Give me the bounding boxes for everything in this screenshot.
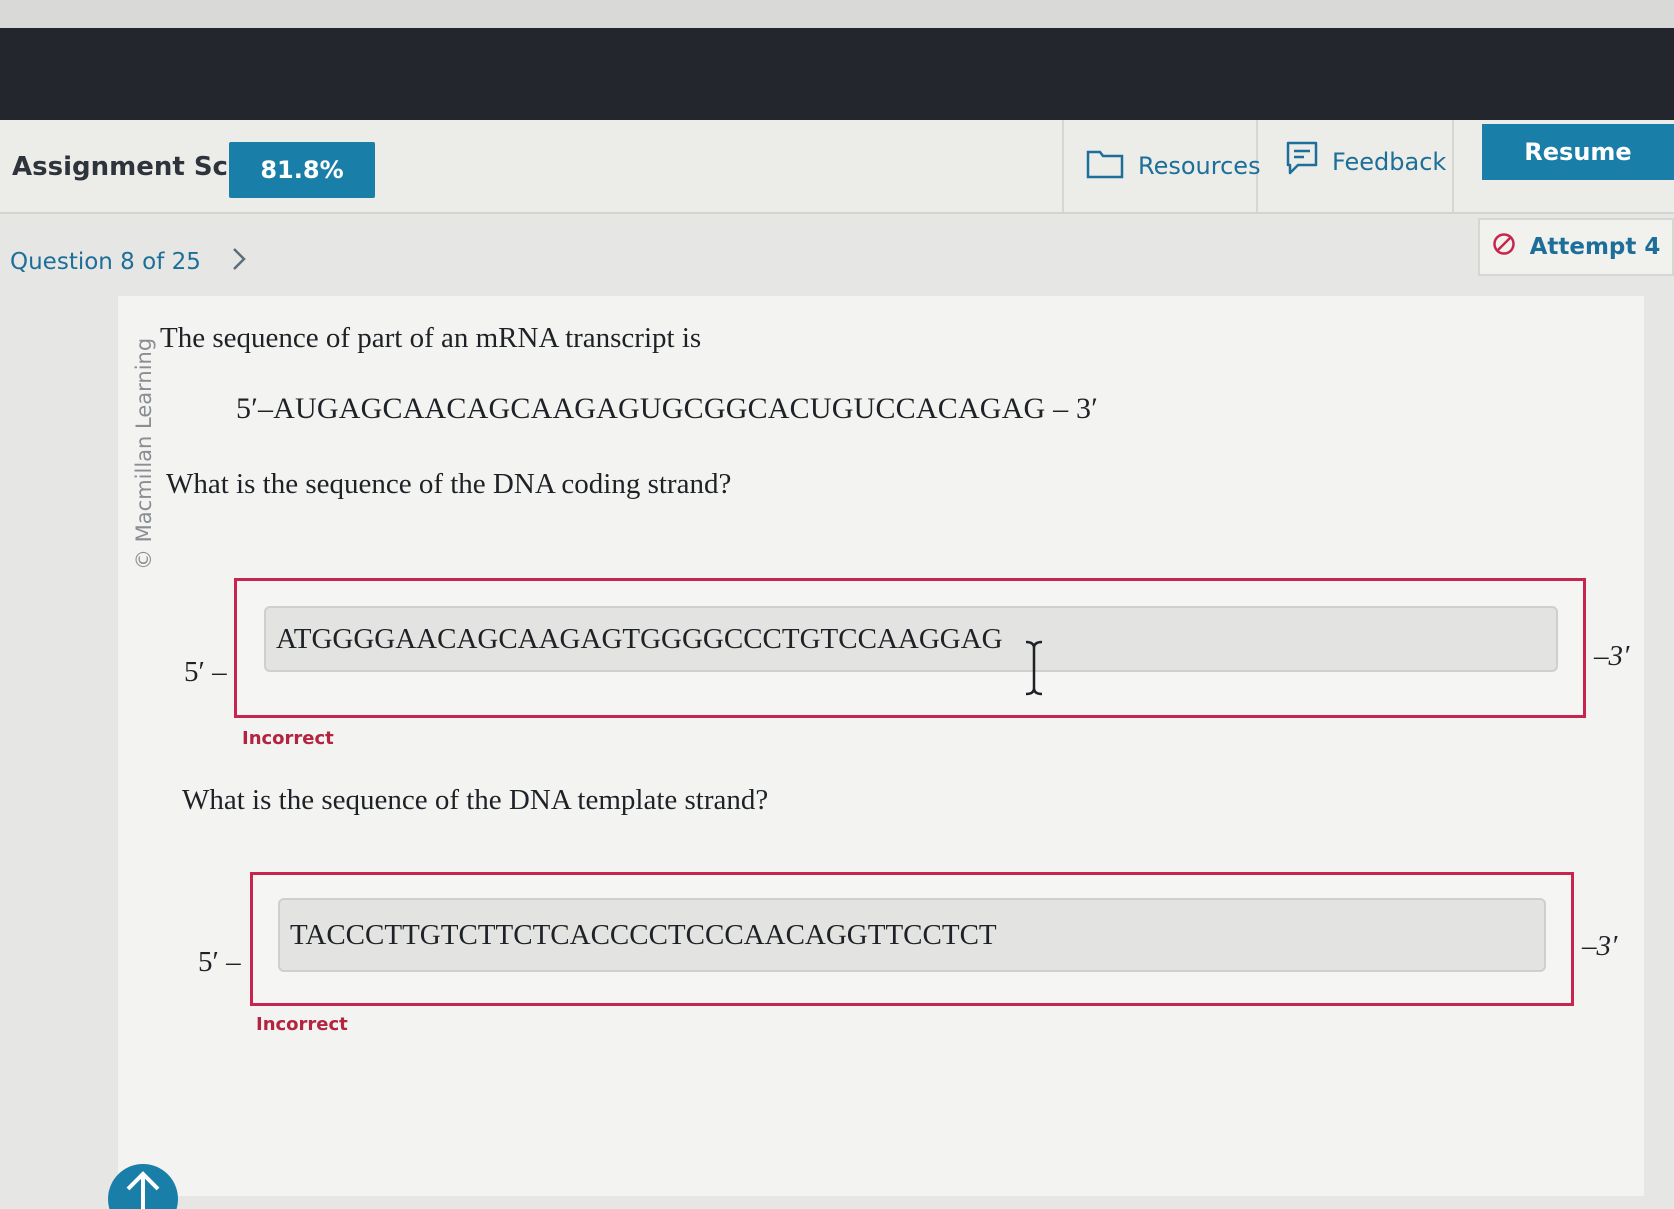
feedback-icon (1286, 141, 1318, 183)
folder-icon (1086, 147, 1124, 185)
attempt-label: Attempt 4 (1529, 234, 1661, 260)
feedback-button[interactable]: Feedback (1286, 140, 1446, 184)
scroll-to-top-button[interactable] (108, 1164, 178, 1209)
question-counter: Question 8 of 25 (10, 249, 201, 275)
template-strand-input[interactable]: TACCCTTGTCTTCTCACCCCTCCCAACAGGTTCCTCT (278, 898, 1546, 972)
copyright-notice: © Macmillan Learning (128, 337, 158, 580)
coding-prefix: 5′ – (184, 656, 227, 688)
chevron-right-icon[interactable] (231, 246, 247, 278)
header-divider (1062, 120, 1064, 212)
coding-suffix: –3′ (1594, 640, 1630, 672)
mrna-sequence: 5′–AUGAGCAACAGCAAGAGUGCGGCACUGUCCACAGAG … (236, 392, 1098, 425)
no-entry-icon (1492, 232, 1516, 262)
resources-button[interactable]: Resources (1086, 144, 1261, 188)
coding-status: Incorrect (242, 728, 334, 749)
resume-button[interactable]: Resume (1482, 124, 1674, 180)
coding-strand-prompt: What is the sequence of the DNA coding s… (166, 468, 732, 500)
attempt-indicator: Attempt 4 (1478, 218, 1674, 276)
browser-top-strip (0, 0, 1674, 28)
coding-strand-input[interactable]: ATGGGGAACAGCAAGAGTGGGGCCCTGTCCAAGGAG (264, 606, 1558, 672)
template-suffix: –3′ (1582, 930, 1618, 962)
question-navigator[interactable]: Question 8 of 25 (10, 246, 247, 278)
text-cursor-icon (1025, 640, 1043, 696)
copyright-text: © Macmillan Learning (132, 337, 156, 570)
template-strand-prompt: What is the sequence of the DNA template… (182, 784, 769, 816)
question-content-panel (118, 296, 1644, 1196)
header-divider (1452, 120, 1454, 212)
assignment-score-badge: 81.8% (229, 142, 375, 198)
resources-label: Resources (1138, 152, 1261, 180)
question-intro: The sequence of part of an mRNA transcri… (160, 322, 702, 354)
app-top-bar (0, 28, 1674, 120)
arrow-up-icon (126, 1171, 160, 1209)
template-status: Incorrect (256, 1014, 348, 1035)
feedback-label: Feedback (1332, 148, 1447, 176)
template-prefix: 5′ – (198, 946, 241, 978)
